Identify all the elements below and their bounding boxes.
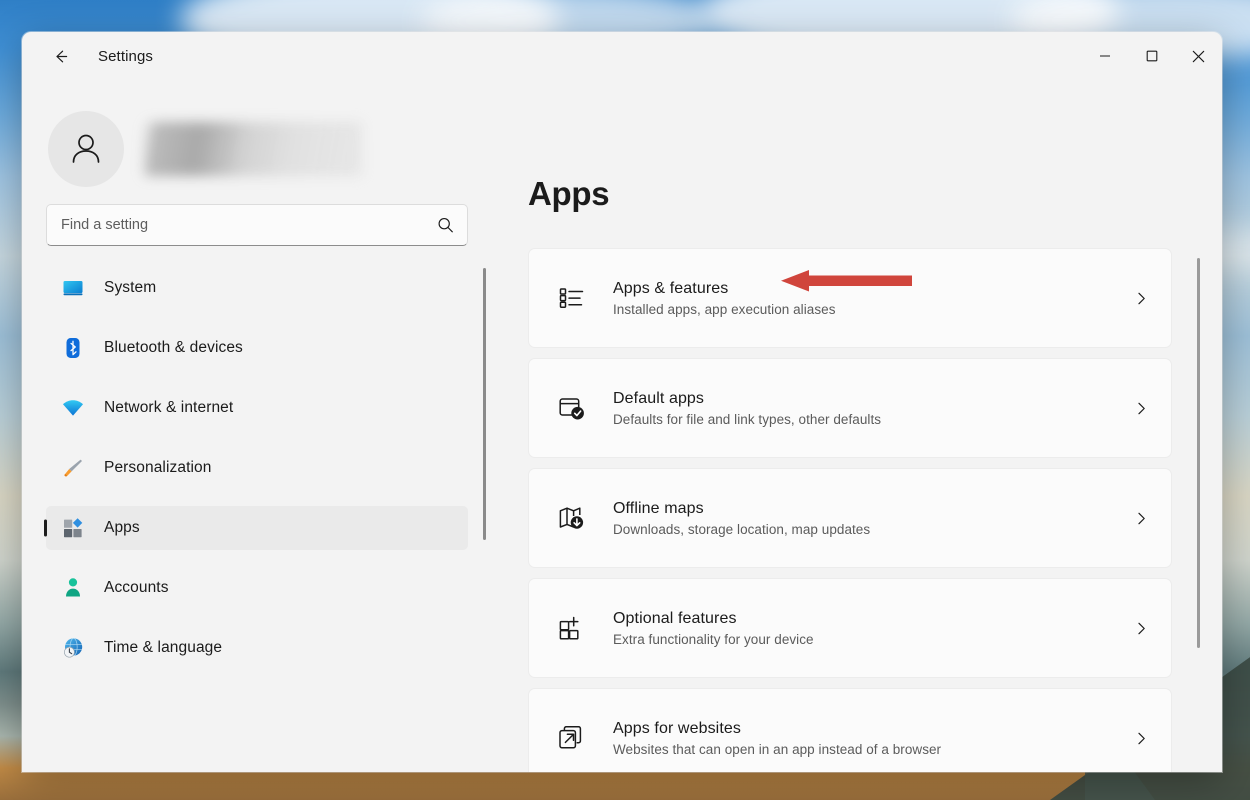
bluetooth-icon [60, 335, 86, 361]
card-text: Optional features Extra functionality fo… [613, 610, 1122, 647]
paintbrush-icon [60, 455, 86, 481]
chevron-right-icon [1134, 731, 1149, 746]
card-subtitle: Websites that can open in an app instead… [613, 741, 942, 757]
search-box[interactable] [46, 204, 468, 246]
sidebar: System Bluetooth & devices [22, 80, 492, 772]
sidebar-item-personalization[interactable]: Personalization [46, 446, 468, 490]
account-name-redacted [144, 121, 362, 176]
sidebar-item-label: Time & language [104, 639, 223, 656]
minimize-button[interactable] [1081, 32, 1128, 80]
card-subtitle: Defaults for file and link types, other … [613, 411, 882, 427]
chevron-right-icon [1134, 291, 1149, 306]
card-title: Apps & features [613, 279, 729, 297]
sidebar-item-system[interactable]: System [46, 266, 468, 310]
card-subtitle: Installed apps, app execution aliases [613, 301, 836, 317]
sidebar-item-label: System [104, 279, 157, 296]
card-title: Optional features [613, 609, 737, 627]
sidebar-item-label: Bluetooth & devices [104, 339, 243, 356]
sidebar-scrollbar[interactable] [483, 268, 486, 540]
grid-plus-icon [555, 611, 589, 645]
apps-grid-icon [60, 515, 86, 541]
sidebar-nav: System Bluetooth & devices Network & int… [22, 246, 492, 772]
accounts-icon [60, 575, 86, 601]
window-controls [1081, 32, 1222, 80]
chevron-right-icon [1134, 621, 1149, 636]
back-arrow-icon [55, 50, 67, 62]
desktop-wallpaper: Settings Find a setting System Bluetooth… [0, 0, 1250, 800]
sidebar-item-time-language[interactable]: Time & language [46, 626, 468, 670]
bulleted-list-icon [555, 281, 589, 315]
card-apps-and-features[interactable]: Apps & features Installed apps, app exec… [528, 248, 1172, 348]
sidebar-item-label: Network & internet [104, 399, 234, 416]
card-optional-features[interactable]: Optional features Extra functionality fo… [528, 578, 1172, 678]
card-default-apps[interactable]: Default apps Defaults for file and link … [528, 358, 1172, 458]
page-title: Apps [528, 175, 610, 212]
wifi-icon [60, 395, 86, 421]
person-avatar-icon [72, 134, 100, 163]
card-subtitle: Downloads, storage location, map updates [613, 521, 871, 537]
maximize-button[interactable] [1128, 32, 1175, 80]
window-body: System Bluetooth & devices [22, 80, 1222, 772]
search-container [22, 192, 492, 246]
sidebar-item-label: Personalization [104, 459, 212, 476]
map-download-icon [555, 501, 589, 535]
app-title: Settings [98, 47, 153, 65]
card-subtitle: Extra functionality for your device [613, 631, 814, 647]
sidebar-item-apps[interactable]: Apps [46, 506, 468, 550]
sidebar-item-label: Apps [104, 519, 140, 536]
search-icon[interactable] [437, 217, 454, 234]
card-text: Apps for websites Websites that can open… [613, 720, 1122, 757]
chevron-right-icon [1134, 511, 1149, 526]
settings-card-list: Apps & features Installed apps, app exec… [528, 248, 1222, 772]
clock-globe-icon [60, 635, 86, 661]
card-apps-for-websites[interactable]: Apps for websites Websites that can open… [528, 688, 1172, 772]
monitor-icon [60, 275, 86, 301]
account-row[interactable] [22, 80, 492, 192]
back-button[interactable] [42, 38, 78, 74]
avatar [48, 110, 124, 187]
chevron-right-icon [1134, 401, 1149, 416]
close-icon [1192, 50, 1205, 62]
card-text: Apps & features Installed apps, app exec… [613, 280, 1122, 317]
card-text: Offline maps Downloads, storage location… [613, 500, 1122, 537]
window-check-icon [555, 391, 589, 425]
card-title: Default apps [613, 389, 705, 407]
sidebar-item-network-internet[interactable]: Network & internet [46, 386, 468, 430]
card-offline-maps[interactable]: Offline maps Downloads, storage location… [528, 468, 1172, 568]
settings-window: Settings Find a setting System Bluetooth… [22, 32, 1222, 772]
sidebar-item-bluetooth-devices[interactable]: Bluetooth & devices [46, 326, 468, 370]
title-bar: Settings [22, 32, 1222, 80]
card-text: Default apps Defaults for file and link … [613, 390, 1122, 427]
external-link-icon [555, 721, 589, 755]
maximize-icon [1146, 50, 1157, 62]
card-title: Offline maps [613, 499, 704, 517]
minimize-icon [1099, 55, 1110, 57]
search-input[interactable] [47, 205, 467, 245]
close-button[interactable] [1175, 32, 1222, 80]
card-title: Apps for websites [613, 719, 741, 737]
sidebar-item-label: Accounts [104, 579, 169, 596]
main-content: Apps Apps & features Installed apps, app… [492, 80, 1222, 772]
main-scrollbar[interactable] [1197, 258, 1200, 648]
sidebar-item-accounts[interactable]: Accounts [46, 566, 468, 610]
